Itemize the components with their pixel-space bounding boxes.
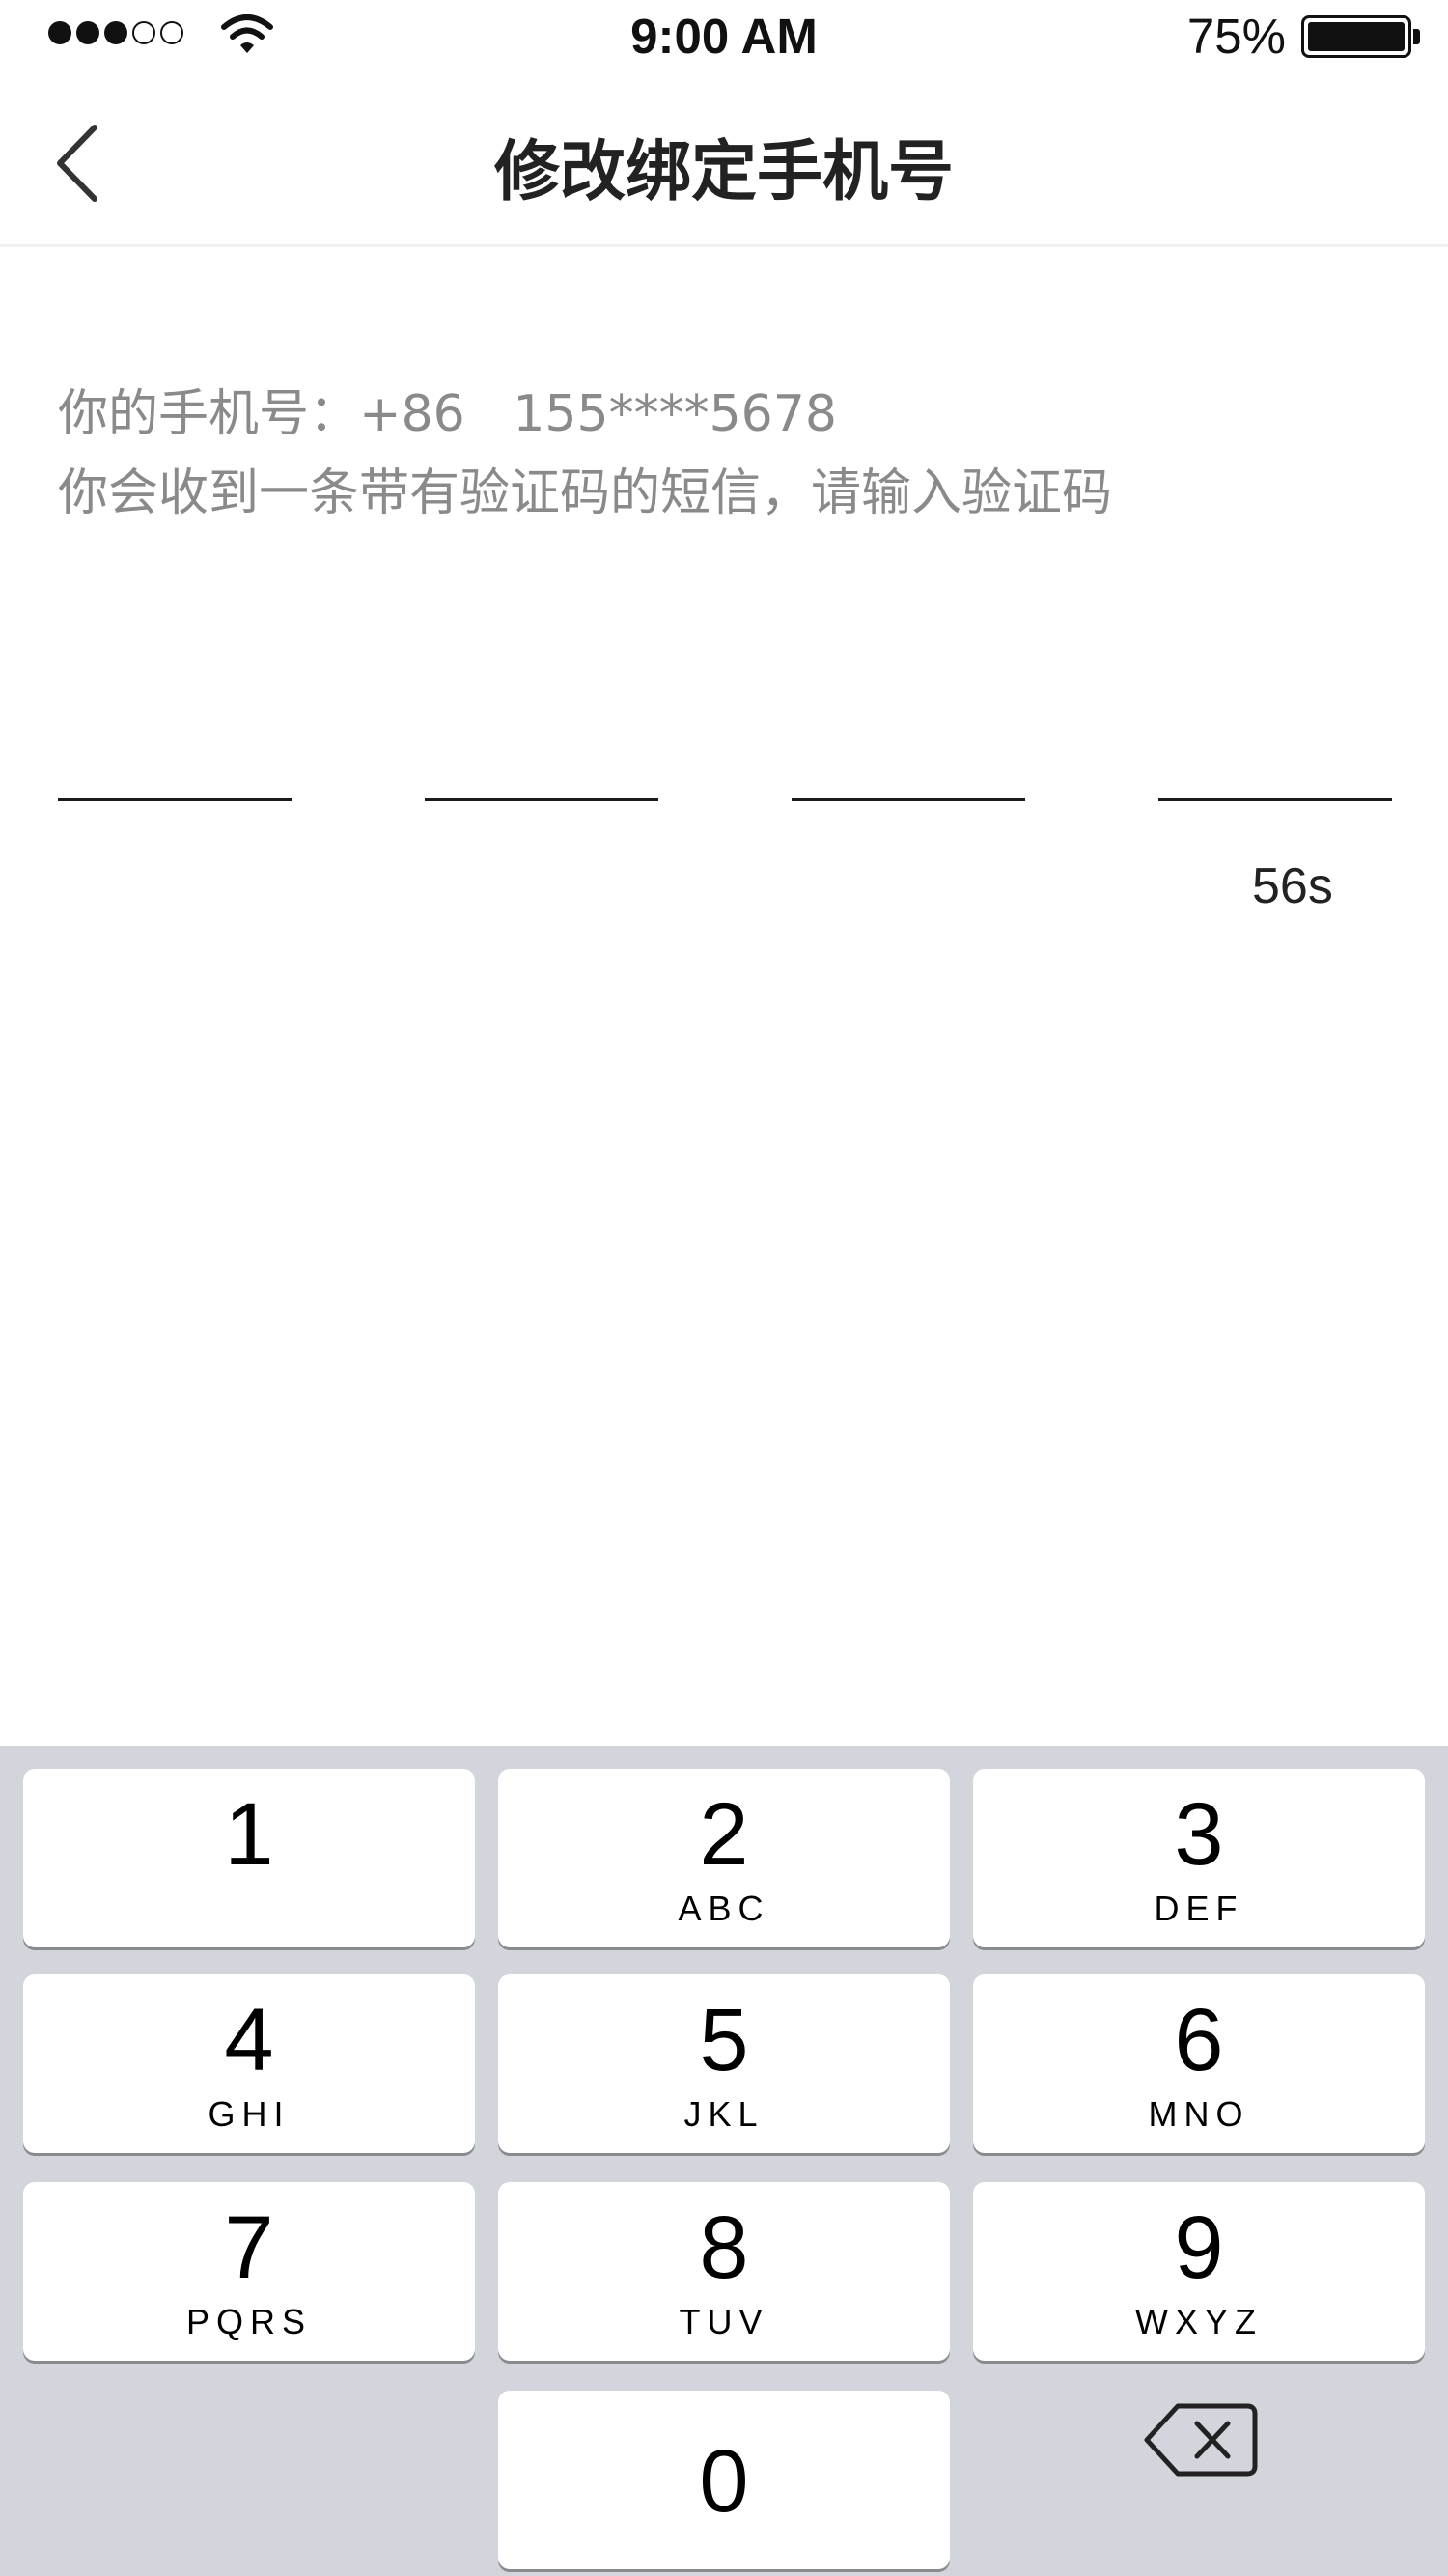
key-digit: 8 (699, 2198, 749, 2297)
key-digit: 3 (1174, 1785, 1224, 1884)
info-text: 你的手机号：+86 155****5678 你会收到一条带有验证码的短信，请输入… (58, 375, 1112, 533)
backspace-icon[interactable] (1139, 2387, 1265, 2493)
key-0[interactable]: 0 (498, 2391, 950, 2569)
code-digit-2-field[interactable] (425, 753, 658, 801)
key-digit: 4 (224, 1991, 274, 2089)
key-2[interactable]: 2 ABC (498, 1769, 950, 1947)
status-bar: 9:00 AM 75% (0, 0, 1448, 75)
battery-icon (1301, 15, 1420, 58)
key-letters: JKL (683, 2094, 765, 2134)
page-title: 修改绑定手机号 (493, 134, 954, 210)
resend-countdown: 56s (1252, 858, 1333, 914)
key-letters: MNO (1148, 2094, 1250, 2134)
key-3[interactable]: 3 DEF (973, 1769, 1425, 1947)
key-8[interactable]: 8 TUV (498, 2182, 950, 2361)
key-digit: 1 (224, 1785, 274, 1884)
key-6[interactable]: 6 MNO (973, 1974, 1425, 2153)
code-digit-4-field[interactable] (1158, 753, 1392, 801)
key-letters: TUV (679, 2302, 769, 2341)
key-digit: 2 (699, 1785, 749, 1884)
nav-bar: 修改绑定手机号 (0, 75, 1448, 247)
key-1[interactable]: 1 (23, 1769, 475, 1947)
code-digit-3-field[interactable] (792, 753, 1025, 801)
phone-number-line: 你的手机号：+86 155****5678 (58, 385, 837, 443)
key-5[interactable]: 5 JKL (498, 1974, 950, 2153)
key-letters: WXYZ (1135, 2302, 1263, 2341)
key-7[interactable]: 7 PQRS (23, 2182, 475, 2361)
battery-percentage: 75% (1186, 9, 1286, 64)
key-letters: PQRS (185, 2302, 313, 2341)
key-9[interactable]: 9 WXYZ (973, 2182, 1425, 2361)
key-digit: 9 (1174, 2198, 1224, 2297)
sms-hint-line: 你会收到一条带有验证码的短信，请输入验证码 (58, 464, 1113, 522)
key-letters: GHI (208, 2094, 291, 2134)
code-digit-1-field[interactable] (58, 753, 292, 801)
key-digit: 7 (224, 2198, 274, 2297)
key-digit: 5 (699, 1991, 749, 2089)
key-letters: DEF (1154, 1889, 1244, 1928)
key-letters: ABC (678, 1889, 770, 1928)
key-4[interactable]: 4 GHI (23, 1974, 475, 2153)
key-digit: 0 (699, 2432, 749, 2531)
key-digit: 6 (1174, 1991, 1224, 2089)
